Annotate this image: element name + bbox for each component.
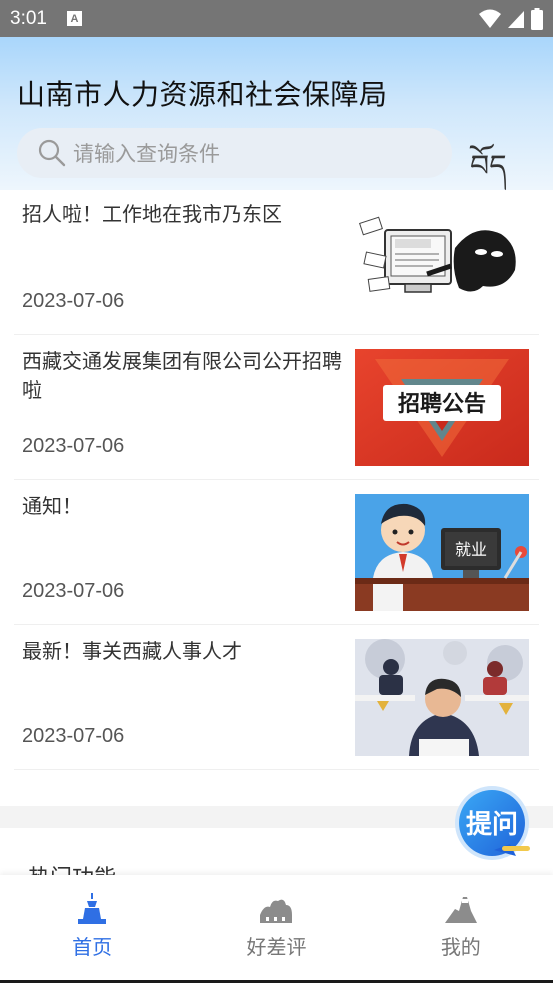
bottom-nav: 首页 好差评 我的 <box>0 875 553 983</box>
status-bar: 3:01 A <box>0 0 553 37</box>
nav-label: 好差评 <box>246 935 307 959</box>
header: 山南市人力资源和社会保障局 请输入查询条件 བོད <box>0 37 553 190</box>
ask-question-button[interactable]: 提问 <box>452 786 532 864</box>
news-item[interactable]: 最新！事关西藏人事人才 2023-07-06 <box>14 625 539 770</box>
wifi-icon <box>479 9 501 28</box>
temple-icon <box>78 893 107 924</box>
nav-rating[interactable]: 好差评 <box>184 875 368 983</box>
ask-bubble-icon: 提问 <box>455 786 530 860</box>
news-title: 通知！ <box>22 494 82 518</box>
nav-label: 我的 <box>440 935 481 959</box>
palace-icon <box>260 899 293 923</box>
news-thumbnail: 就业 <box>355 494 529 611</box>
news-date: 2023-07-06 <box>22 290 125 312</box>
page-title: 山南市人力资源和社会保障局 <box>17 78 388 111</box>
news-title: 最新！事关西藏人事人才 <box>22 639 242 663</box>
status-time: 3:01 <box>10 7 47 29</box>
search-input[interactable]: 请输入查询条件 <box>17 128 452 178</box>
ask-label: 提问 <box>466 810 518 840</box>
recruitment-banner-icon: 招聘公告 <box>355 349 529 466</box>
status-icons <box>479 8 543 30</box>
notification-a-icon: A <box>66 11 82 26</box>
news-list: 招人啦！工作地在我市乃东区 2023-07-06 西藏交通发展集团有限公司公开招… <box>0 190 553 770</box>
mountain-icon <box>444 897 477 923</box>
news-title: 西藏交通发展集团有限公司公开招聘啦 <box>22 349 342 402</box>
search-icon <box>38 139 66 167</box>
news-date: 2023-07-06 <box>22 580 125 602</box>
app-screen: 3:01 A 山南市人力资源和社会保障局 请输入查询条件 བོད 招人啦！工作地… <box>0 0 553 983</box>
battery-icon <box>531 8 543 30</box>
nav-home[interactable]: 首页 <box>0 875 184 983</box>
news-thumbnail <box>355 639 529 756</box>
office-worker-illustration-icon <box>355 639 529 756</box>
news-item[interactable]: 招人啦！工作地在我市乃东区 2023-07-06 <box>14 190 539 335</box>
news-thumbnail <box>355 208 529 325</box>
banner-text: 招聘公告 <box>398 392 486 417</box>
news-item[interactable]: 通知！ 2023-07-06 就业 <box>14 480 539 625</box>
fraud-illustration-icon <box>355 208 529 308</box>
news-thumbnail: 招聘公告 <box>355 349 529 466</box>
news-title: 招人啦！工作地在我市乃东区 <box>22 202 282 226</box>
news-item[interactable]: 西藏交通发展集团有限公司公开招聘啦 2023-07-06 招聘公告 <box>14 335 539 480</box>
employment-illustration-icon: 就业 <box>355 494 529 611</box>
nav-label: 首页 <box>72 935 113 959</box>
nav-mine[interactable]: 我的 <box>369 875 553 983</box>
signal-icon <box>508 11 524 28</box>
news-date: 2023-07-06 <box>22 725 125 747</box>
search-placeholder: 请输入查询条件 <box>73 142 220 166</box>
employment-text: 就业 <box>455 540 487 559</box>
news-date: 2023-07-06 <box>22 435 125 457</box>
